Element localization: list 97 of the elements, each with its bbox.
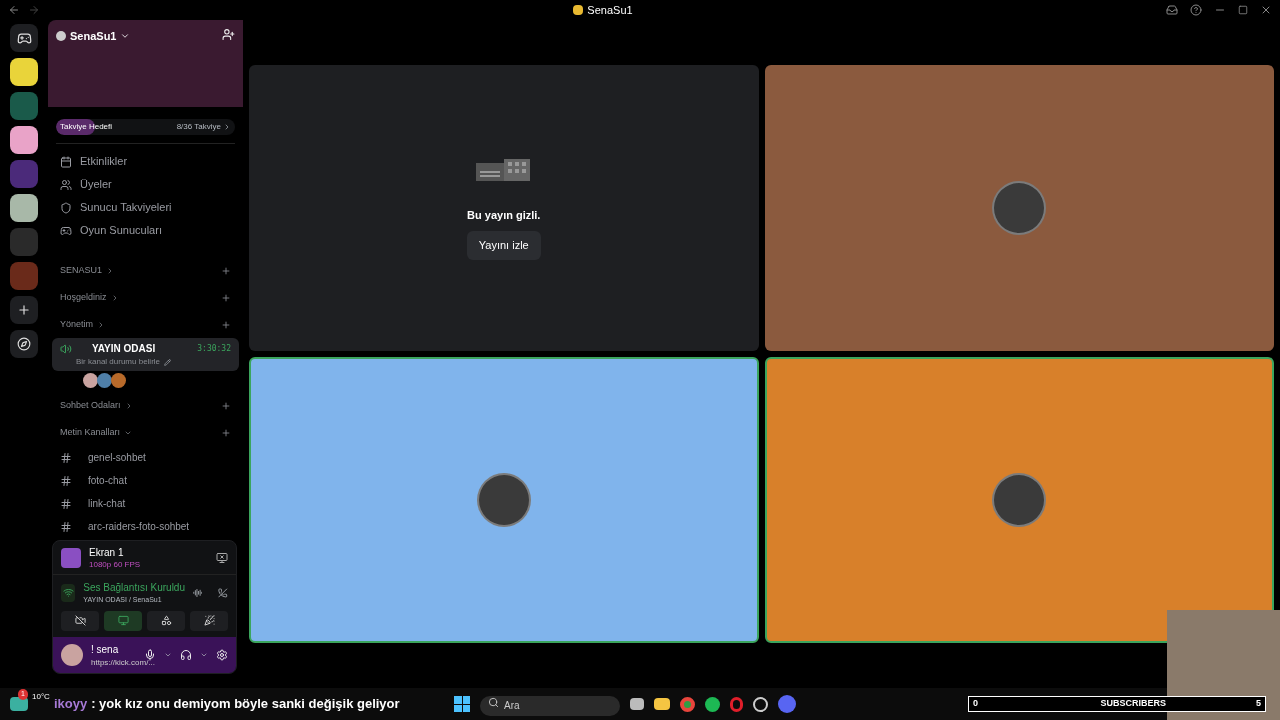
help-icon[interactable] (1190, 4, 1202, 16)
category-header[interactable]: SENASU1 (60, 263, 103, 278)
category-header[interactable]: Hoşgeldiniz (60, 290, 107, 305)
nav-item[interactable]: Etkinlikler (48, 150, 243, 173)
hash-icon (60, 520, 72, 533)
maximize-icon[interactable] (1238, 5, 1248, 15)
taskbar-search-field[interactable]: Ara (480, 695, 620, 716)
nav-icon (60, 224, 72, 237)
call-timer: 3:30:32 (197, 342, 231, 355)
subscribers-widget: 0 SUBSCRIBERS 5 (968, 696, 1266, 712)
inbox-icon[interactable] (1166, 4, 1178, 16)
task-view-icon[interactable] (630, 698, 644, 710)
add-channel-icon[interactable] (221, 292, 231, 303)
invite-icon[interactable] (222, 28, 235, 41)
stop-stream-icon[interactable] (216, 551, 228, 564)
screen-avatar (61, 547, 81, 568)
camera-off-icon (74, 615, 86, 626)
app-icon (573, 5, 584, 15)
stream-title: Ekran 1 (89, 546, 125, 560)
chat-message: : yok kız onu demiyom böyle sanki değişik geliyor (91, 695, 400, 714)
speaker-icon (60, 342, 72, 355)
temperature: 10°C (32, 691, 50, 703)
category-header[interactable]: Sohbet Odaları (60, 398, 121, 413)
text-channel[interactable]: link-chat (48, 492, 243, 515)
sound-wave-icon[interactable] (193, 586, 203, 599)
signal-icon (62, 587, 74, 599)
music-app-icon[interactable] (705, 696, 720, 712)
controller-icon (16, 30, 32, 46)
close-icon[interactable] (1260, 4, 1272, 16)
member-avatar[interactable] (111, 373, 126, 388)
window-title: SenaSu1 (587, 2, 633, 18)
member-avatar[interactable] (97, 373, 112, 388)
disconnect-icon[interactable] (218, 586, 228, 599)
nav-item[interactable]: Oyun Sunucuları (48, 219, 243, 242)
hash-icon (60, 474, 72, 487)
folder-icon[interactable] (654, 698, 670, 710)
edit-icon[interactable] (164, 358, 172, 366)
nav-item[interactable]: Sunucu Takviyeleri (48, 196, 243, 219)
recorder-icon[interactable] (753, 696, 768, 712)
microphone-icon[interactable] (144, 648, 156, 661)
category-header[interactable]: Yönetim (60, 317, 94, 332)
weather-icon (10, 697, 28, 711)
add-channel-icon[interactable] (221, 427, 231, 438)
soundboard-button[interactable] (190, 610, 228, 631)
server-badge-icon (56, 31, 66, 42)
opera-icon[interactable] (730, 696, 743, 712)
avatar-icon (992, 473, 1047, 527)
voice-channel[interactable]: YAYIN ODASI 3:30:32 Bir kanal durumu belirle (52, 338, 239, 371)
plus-icon (17, 303, 31, 317)
text-channel[interactable]: genel-sohbet (48, 446, 243, 469)
compass-icon (17, 337, 31, 351)
party-popper-icon (203, 615, 215, 626)
chevron-icon (223, 123, 231, 131)
server-icon[interactable] (10, 58, 38, 86)
server-icon[interactable] (10, 194, 38, 222)
add-channel-icon[interactable] (221, 400, 231, 411)
user-avatar[interactable] (61, 643, 83, 666)
channel-name: YAYIN ODASI (92, 342, 156, 356)
nav-item[interactable]: Üyeler (48, 173, 243, 196)
nav-icon (60, 201, 72, 214)
user-status: https://kick.com/... (91, 656, 155, 668)
server-icon[interactable] (10, 126, 38, 154)
channel-status[interactable]: Bir kanal durumu belirle (76, 356, 161, 368)
search-icon (488, 697, 499, 708)
avatar-icon (992, 181, 1047, 235)
hash-icon (60, 497, 72, 510)
hash-icon (60, 451, 72, 464)
server-name[interactable]: SenaSu1 (70, 28, 117, 45)
headphones-icon[interactable] (180, 648, 192, 661)
user-name: ! sena (91, 642, 120, 657)
start-button[interactable] (454, 696, 470, 712)
chat-app-icon[interactable] (778, 695, 796, 713)
screen-share-button[interactable] (104, 610, 142, 631)
boost-goal-label: Takviye Hedefi (60, 121, 113, 133)
nav-icon (60, 178, 72, 191)
text-channel[interactable]: foto-chat (48, 469, 243, 492)
text-channel[interactable]: arc-raiders-foto-sohbet (48, 515, 243, 538)
camera-off-button[interactable] (61, 610, 99, 631)
shapes-icon (160, 615, 172, 626)
hidden-stream-text: Bu yayın gizli. (467, 207, 541, 223)
add-channel-icon[interactable] (221, 319, 231, 330)
avatar-icon (476, 473, 531, 527)
settings-icon[interactable] (216, 648, 228, 661)
back-icon[interactable] (8, 4, 20, 16)
activities-button[interactable] (147, 610, 185, 631)
add-channel-icon[interactable] (221, 265, 231, 276)
stream-quality: 1080p 60 FPS (89, 560, 142, 570)
browser-icon[interactable] (680, 696, 695, 712)
category-header[interactable]: Metin Kanalları (60, 425, 121, 440)
boost-goal-bar[interactable]: Takviye Hedefi 8/36 Takviye (56, 119, 235, 135)
nav-icon (60, 155, 72, 168)
voice-status: Ses Bağlantısı Kuruldu (83, 581, 185, 595)
boost-count: 8/36 Takviye (176, 121, 221, 133)
chat-username: ikoyy (53, 695, 88, 714)
monitor-icon (117, 615, 129, 626)
member-avatar[interactable] (83, 373, 98, 388)
watch-stream-button[interactable]: Yayını izle (466, 231, 541, 260)
